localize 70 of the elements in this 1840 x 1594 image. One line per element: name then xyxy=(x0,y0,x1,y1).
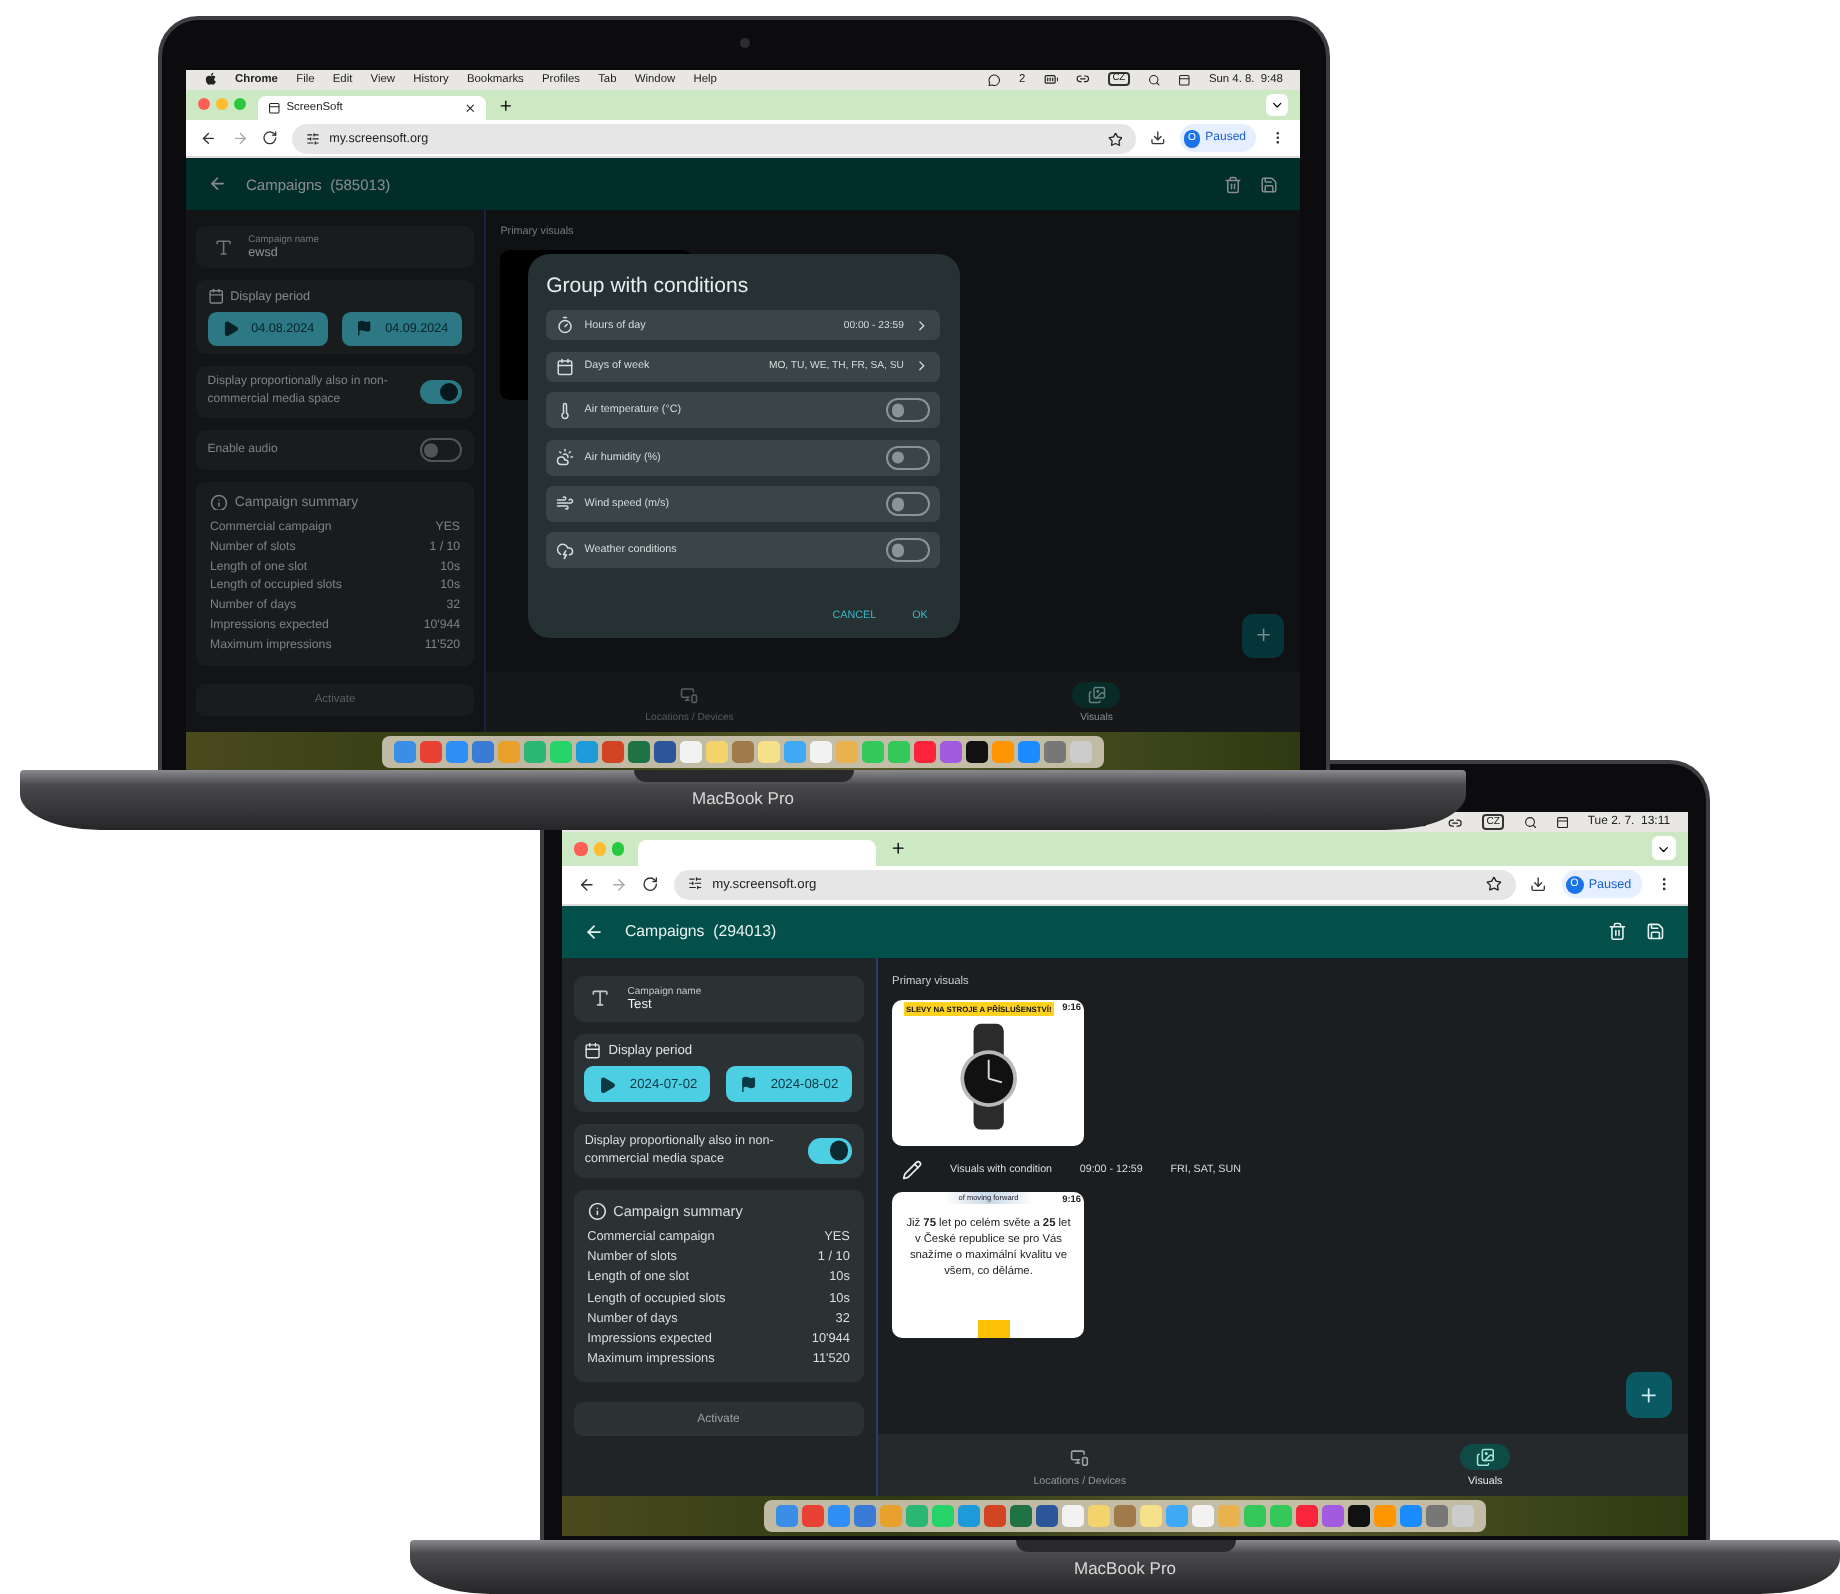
search-icon[interactable] xyxy=(1523,815,1537,829)
back-icon[interactable] xyxy=(577,875,595,894)
new-tab-icon[interactable] xyxy=(498,97,514,113)
search-icon[interactable] xyxy=(1147,73,1160,86)
save-icon[interactable] xyxy=(1646,922,1666,942)
images-icon xyxy=(1475,1447,1495,1467)
close-icon[interactable] xyxy=(464,102,477,115)
devices-icon xyxy=(680,685,699,704)
battery-icon[interactable] xyxy=(1043,72,1059,88)
site-settings-icon[interactable] xyxy=(687,876,702,892)
calendar-icon xyxy=(207,288,224,306)
toggle-switch[interactable] xyxy=(419,379,463,404)
flag-icon xyxy=(356,320,373,337)
chevron-down-icon xyxy=(1655,841,1671,857)
info-icon xyxy=(209,493,228,511)
text-icon xyxy=(590,988,612,1009)
save-icon[interactable] xyxy=(1260,175,1279,194)
plus-icon xyxy=(1638,1383,1660,1407)
devices-icon xyxy=(1070,1447,1090,1467)
bookmark-star-icon[interactable] xyxy=(1107,131,1123,147)
chat-icon[interactable] xyxy=(988,73,1001,86)
device-label: MacBook Pro xyxy=(691,788,795,808)
images-icon xyxy=(1087,685,1106,704)
toggle-switch[interactable] xyxy=(885,538,930,563)
back-icon[interactable] xyxy=(584,921,605,942)
toggle-switch[interactable] xyxy=(885,445,930,470)
reload-icon[interactable] xyxy=(642,876,659,893)
download-icon[interactable] xyxy=(1530,876,1547,893)
add-button[interactable] xyxy=(1626,1372,1672,1418)
info-icon xyxy=(587,1201,606,1221)
toggle-switch[interactable] xyxy=(807,1138,853,1164)
device-label: MacBook Pro xyxy=(1073,1558,1177,1578)
camera-dot xyxy=(739,38,749,48)
dialog-title: Group with conditions xyxy=(546,273,751,298)
tab-search-button[interactable] xyxy=(1265,93,1288,117)
trash-icon[interactable] xyxy=(1607,922,1627,942)
control-center-icon[interactable] xyxy=(1178,73,1191,86)
text-icon xyxy=(213,237,233,257)
trash-icon[interactable] xyxy=(1223,175,1242,194)
apple-icon[interactable] xyxy=(203,72,217,87)
link-icon[interactable] xyxy=(1448,815,1464,830)
toggle-switch[interactable] xyxy=(419,437,463,462)
download-icon[interactable] xyxy=(1149,130,1166,147)
tab-search-button[interactable] xyxy=(1651,836,1676,861)
cloud-sun-icon xyxy=(556,448,575,467)
new-tab-icon[interactable] xyxy=(889,840,906,857)
play-icon xyxy=(221,319,239,338)
calendar-icon xyxy=(584,1042,602,1060)
slide-graphic xyxy=(978,1320,1010,1339)
plus-icon xyxy=(1253,624,1273,647)
toggle-switch[interactable] xyxy=(885,491,930,516)
reload-icon[interactable] xyxy=(262,130,279,147)
chevron-down-icon xyxy=(1269,97,1284,113)
chevron-right-icon xyxy=(913,358,930,375)
play-icon xyxy=(598,1075,617,1094)
link-icon[interactable] xyxy=(1076,72,1091,87)
chevron-right-icon xyxy=(913,317,930,334)
cloud-lightning-icon xyxy=(556,541,575,560)
timer-icon xyxy=(556,316,575,335)
control-center-icon[interactable] xyxy=(1555,815,1569,829)
thermometer-icon xyxy=(556,401,575,420)
toggle-switch[interactable] xyxy=(885,398,930,423)
wind-icon xyxy=(556,494,575,513)
site-settings-icon[interactable] xyxy=(305,131,320,146)
calendar-icon xyxy=(556,357,575,376)
favicon-icon xyxy=(267,102,280,115)
flag-icon xyxy=(740,1075,758,1093)
back-icon[interactable] xyxy=(200,130,218,148)
bookmark-star-icon[interactable] xyxy=(1486,876,1502,893)
pencil-icon[interactable] xyxy=(902,1159,923,1180)
